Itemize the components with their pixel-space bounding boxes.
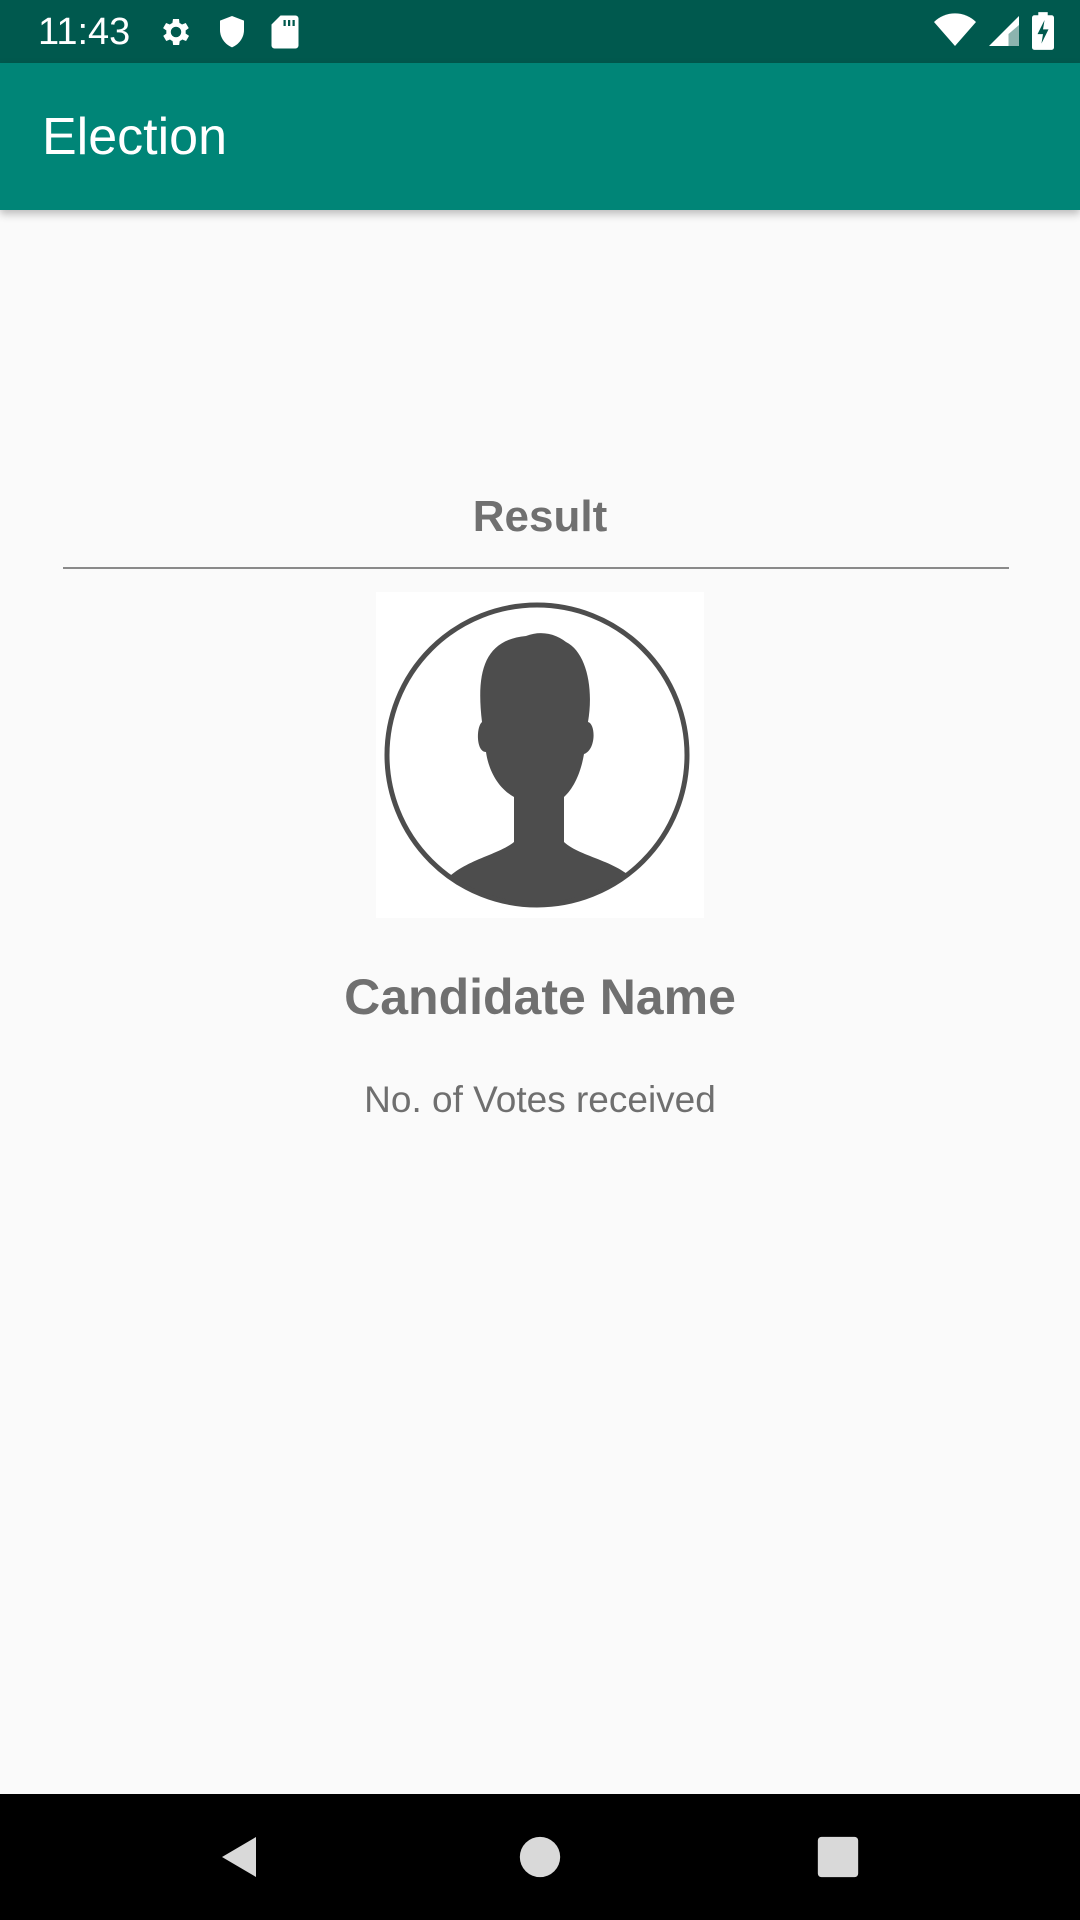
sd-card-icon [270,14,300,50]
wifi-icon [934,13,976,49]
person-avatar-icon [384,602,690,908]
recents-icon [817,1836,859,1878]
result-heading: Result [472,492,608,541]
result-divider [63,567,1009,569]
status-right-icons [934,12,1054,50]
gear-icon [158,14,194,50]
home-button[interactable] [505,1822,575,1892]
status-bar: 11:43 [0,0,1080,63]
app-bar: Election [0,63,1080,210]
navigation-bar [0,1794,1080,1920]
votes-received-text: No. of Votes received [364,1079,716,1120]
status-left-icons [158,14,300,50]
shield-icon [216,14,248,50]
cell-signal-icon [986,13,1022,49]
candidate-avatar [376,592,704,918]
candidate-name: Candidate Name [344,969,736,1025]
home-icon [519,1836,561,1878]
battery-charging-icon [1032,12,1054,50]
recents-button[interactable] [803,1822,873,1892]
back-button[interactable] [205,1822,275,1892]
status-time: 11:43 [38,11,131,53]
app-title: Election [42,108,227,166]
back-icon [222,1837,256,1877]
